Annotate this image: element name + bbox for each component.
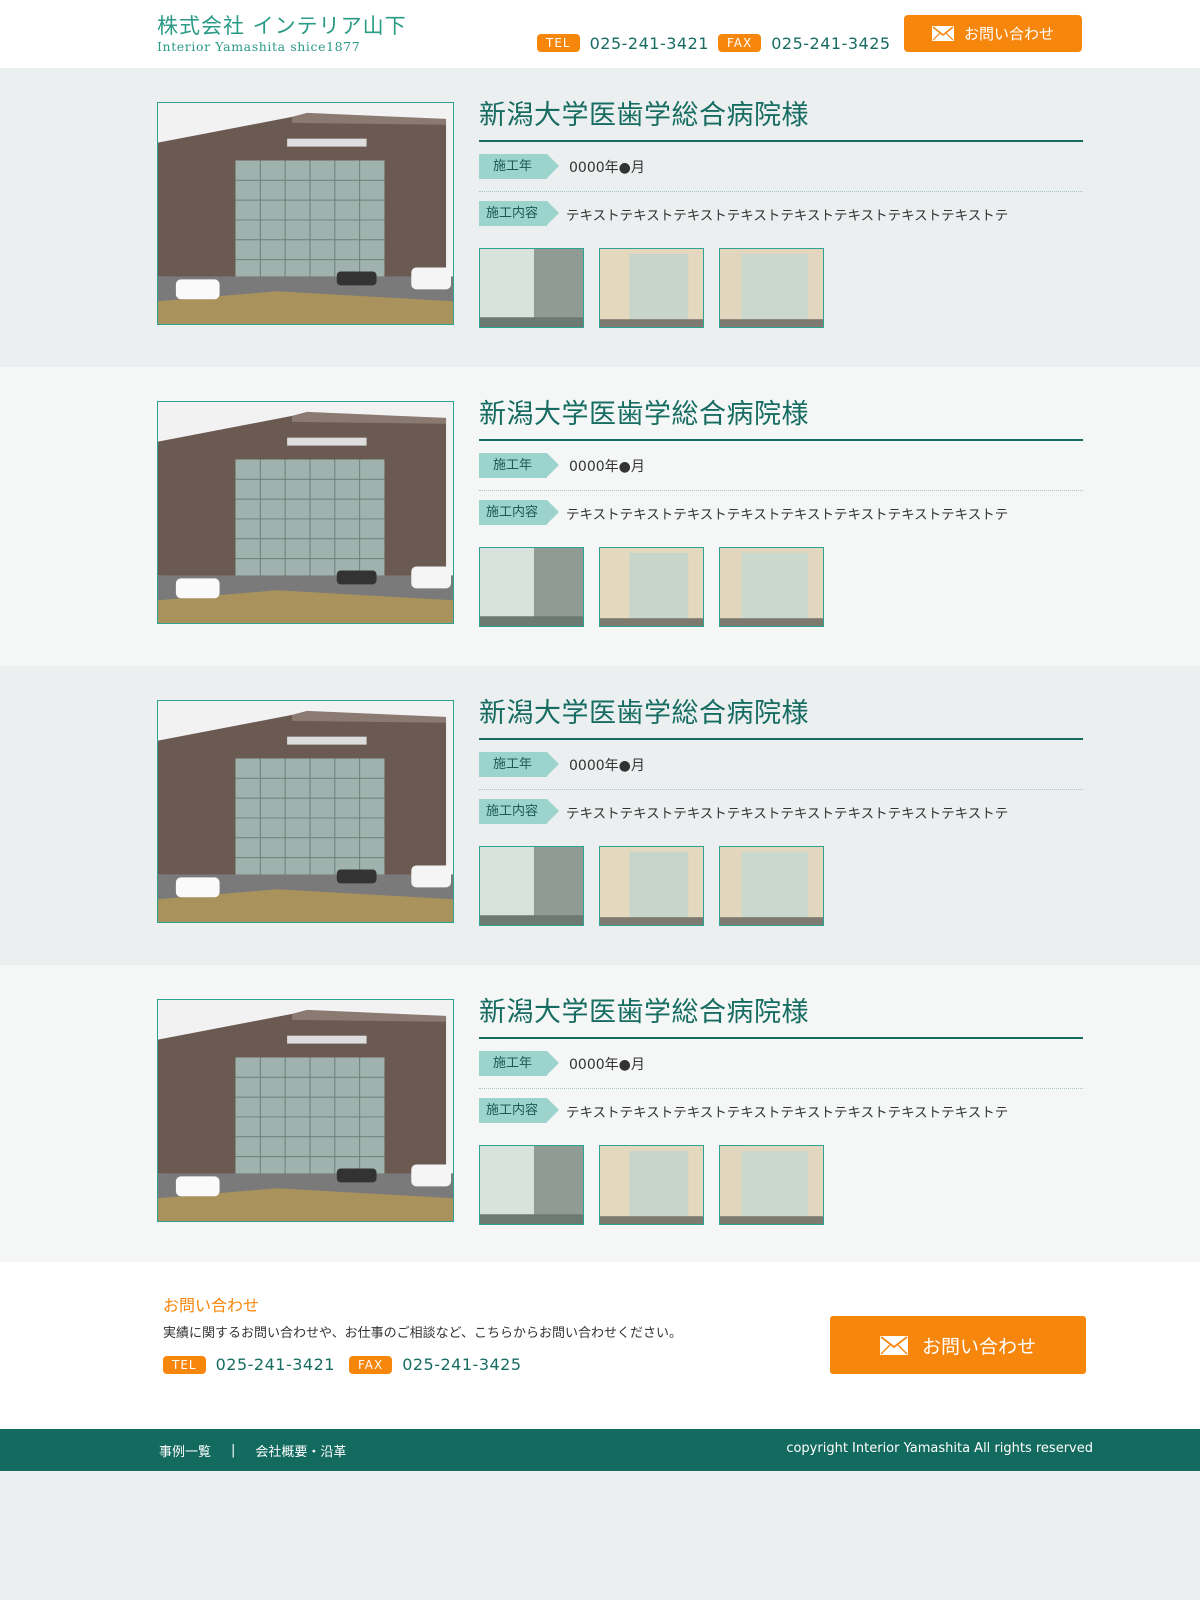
fax-badge: FAX	[718, 34, 762, 52]
year-label: 施工年	[479, 752, 559, 777]
logo-japanese-name: 株式会社 インテリア山下	[157, 14, 407, 38]
content-value: テキストテキストテキストテキストテキストテキストテキストテキストテ	[566, 207, 1009, 224]
thumbnail-1[interactable]	[479, 846, 584, 926]
content-label: 施工内容	[479, 1098, 559, 1123]
building-photo[interactable]	[157, 102, 454, 325]
site-logo[interactable]: 株式会社 インテリア山下 Interior Yamashita shice187…	[157, 13, 407, 54]
fax-number: 025-241-3425	[402, 1355, 522, 1374]
building-photo[interactable]	[157, 700, 454, 923]
header-contact-button[interactable]: お問い合わせ	[904, 15, 1082, 52]
hospital-building-image	[158, 701, 453, 922]
content-row: 施工内容 テキストテキストテキストテキストテキストテキストテキストテキストテ	[479, 1098, 1008, 1123]
fax-badge: FAX	[348, 1355, 393, 1374]
thumbnail-3[interactable]	[719, 547, 824, 627]
header-fax: FAX 025-241-3425	[718, 33, 891, 53]
thumbnail-2[interactable]	[599, 248, 704, 328]
year-value: 0000年●月	[569, 159, 645, 176]
content-label: 施工内容	[479, 799, 559, 824]
site-header: 株式会社 インテリア山下 Interior Yamashita shice187…	[0, 0, 1200, 68]
contact-button-label: お問い合わせ	[921, 1335, 1036, 1358]
contact-title: お問い合わせ	[163, 1296, 260, 1315]
tel-badge: TEL	[163, 1355, 206, 1374]
logo-english-name: Interior Yamashita shice1877	[157, 39, 361, 54]
thumbnail-2[interactable]	[599, 846, 704, 926]
content-value: テキストテキストテキストテキストテキストテキストテキストテキストテ	[566, 1104, 1009, 1121]
header-contact-label: お問い合わせ	[963, 25, 1054, 43]
content-value: テキストテキストテキストテキストテキストテキストテキストテキストテ	[566, 805, 1009, 822]
thumbnail-2[interactable]	[599, 547, 704, 627]
year-row: 施工年 0000年●月	[479, 1051, 645, 1076]
footer-nav: 事例一覧 | 会社概要・沿革	[159, 1441, 346, 1460]
contact-section: お問い合わせ 実績に関するお問い合わせや、お仕事のご相談など、こちらからお問い合…	[0, 1262, 1200, 1429]
content-row: 施工内容 テキストテキストテキストテキストテキストテキストテキストテキストテ	[479, 500, 1008, 525]
content-value: テキストテキストテキストテキストテキストテキストテキストテキストテ	[566, 506, 1009, 523]
fax-number: 025-241-3425	[771, 33, 891, 53]
year-row: 施工年 0000年●月	[479, 154, 645, 179]
thumbnail-3[interactable]	[719, 248, 824, 328]
thumbnail-2[interactable]	[599, 1145, 704, 1225]
thumbnail-gallery	[479, 1145, 824, 1225]
work-entry: 新潟大学医歯学総合病院様 施工年 0000年●月 施工内容 テキストテキストテキ…	[0, 666, 1200, 965]
entry-title: 新潟大学医歯学総合病院様	[479, 694, 1083, 740]
year-label: 施工年	[479, 453, 559, 478]
hospital-building-image	[158, 103, 453, 324]
copyright: copyright Interior Yamashita All rights …	[786, 1441, 1093, 1456]
hospital-building-image	[158, 1000, 453, 1221]
contact-phones: TEL 025-241-3421 FAX 025-241-3425	[163, 1355, 536, 1374]
tel-number: 025-241-3421	[215, 1355, 335, 1374]
footer-separator: |	[231, 1443, 236, 1458]
footer-link-company[interactable]: 会社概要・沿革	[255, 1441, 346, 1460]
thumbnail-1[interactable]	[479, 547, 584, 627]
hospital-building-image	[158, 402, 453, 623]
tel-number: 025-241-3421	[589, 33, 709, 53]
footer-link-works[interactable]: 事例一覧	[159, 1441, 211, 1460]
entry-title: 新潟大学医歯学総合病院様	[479, 395, 1083, 441]
year-value: 0000年●月	[569, 458, 645, 475]
tel-badge: TEL	[537, 34, 580, 52]
divider	[479, 789, 1083, 790]
year-row: 施工年 0000年●月	[479, 453, 645, 478]
year-value: 0000年●月	[569, 757, 645, 774]
year-row: 施工年 0000年●月	[479, 752, 645, 777]
year-label: 施工年	[479, 154, 559, 179]
thumbnail-gallery	[479, 248, 824, 328]
contact-description: 実績に関するお問い合わせや、お仕事のご相談など、こちらからお問い合わせください。	[163, 1326, 682, 1341]
work-entry: 新潟大学医歯学総合病院様 施工年 0000年●月 施工内容 テキストテキストテキ…	[0, 367, 1200, 666]
content-row: 施工内容 テキストテキストテキストテキストテキストテキストテキストテキストテ	[479, 201, 1008, 226]
building-photo[interactable]	[157, 999, 454, 1222]
divider	[479, 191, 1083, 192]
building-photo[interactable]	[157, 401, 454, 624]
thumbnail-1[interactable]	[479, 1145, 584, 1225]
entry-title: 新潟大学医歯学総合病院様	[479, 993, 1083, 1039]
divider	[479, 490, 1083, 491]
site-footer: 事例一覧 | 会社概要・沿革 copyright Interior Yamash…	[0, 1429, 1200, 1471]
mail-icon	[879, 1335, 908, 1355]
header-tel: TEL 025-241-3421	[537, 33, 709, 53]
content-row: 施工内容 テキストテキストテキストテキストテキストテキストテキストテキストテ	[479, 799, 1008, 824]
entry-title: 新潟大学医歯学総合病院様	[479, 96, 1083, 142]
divider	[479, 1088, 1083, 1089]
year-label: 施工年	[479, 1051, 559, 1076]
thumbnail-3[interactable]	[719, 1145, 824, 1225]
thumbnail-gallery	[479, 846, 824, 926]
year-value: 0000年●月	[569, 1056, 645, 1073]
content-label: 施工内容	[479, 500, 559, 525]
work-entry: 新潟大学医歯学総合病院様 施工年 0000年●月 施工内容 テキストテキストテキ…	[0, 965, 1200, 1264]
work-entry: 新潟大学医歯学総合病院様 施工年 0000年●月 施工内容 テキストテキストテキ…	[0, 68, 1200, 367]
thumbnail-3[interactable]	[719, 846, 824, 926]
mail-icon	[931, 26, 954, 41]
thumbnail-1[interactable]	[479, 248, 584, 328]
thumbnail-gallery	[479, 547, 824, 627]
contact-button[interactable]: お問い合わせ	[830, 1316, 1086, 1374]
content-label: 施工内容	[479, 201, 559, 226]
works-list: 新潟大学医歯学総合病院様 施工年 0000年●月 施工内容 テキストテキストテキ…	[0, 68, 1200, 1264]
